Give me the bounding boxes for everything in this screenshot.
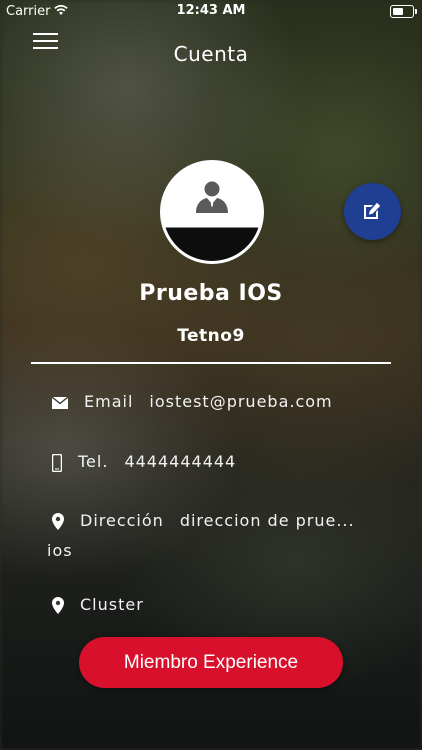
phone-label: Tel. <box>78 452 109 471</box>
avatar[interactable] <box>160 160 264 264</box>
phone-row: Tel. 4444444444 <box>52 452 236 472</box>
profile-username: Tetno9 <box>177 326 245 346</box>
email-row: Email iostest@prueba.com <box>52 392 333 411</box>
divider <box>31 362 391 364</box>
email-label: Email <box>84 392 134 411</box>
phone-value: 4444444444 <box>124 452 237 471</box>
address-label: Dirección <box>80 511 164 530</box>
cluster-label: Cluster <box>80 595 144 614</box>
page-title: Cuenta <box>173 42 249 66</box>
miembro-experience-button[interactable]: Miembro Experience <box>79 637 343 688</box>
user-icon <box>196 181 228 213</box>
battery-icon <box>390 5 417 18</box>
address-continuation: ios <box>47 541 73 560</box>
clock: 12:43 AM <box>176 3 246 18</box>
profile-name: Prueba IOS <box>139 281 283 306</box>
status-bar: Carrier 12:43 AM <box>0 0 422 22</box>
mail-icon <box>52 396 68 409</box>
hamburger-line <box>33 33 58 35</box>
edit-profile-button[interactable] <box>344 183 401 240</box>
location-pin-icon <box>52 513 64 530</box>
email-value: iostest@prueba.com <box>149 392 333 411</box>
phone-icon <box>52 453 62 472</box>
location-pin-icon <box>52 597 64 614</box>
address-row: Dirección direccion de prue... <box>52 511 355 530</box>
cluster-row: Cluster <box>52 595 160 614</box>
address-value: direccion de prue... <box>179 511 355 530</box>
edit-icon <box>364 202 381 219</box>
